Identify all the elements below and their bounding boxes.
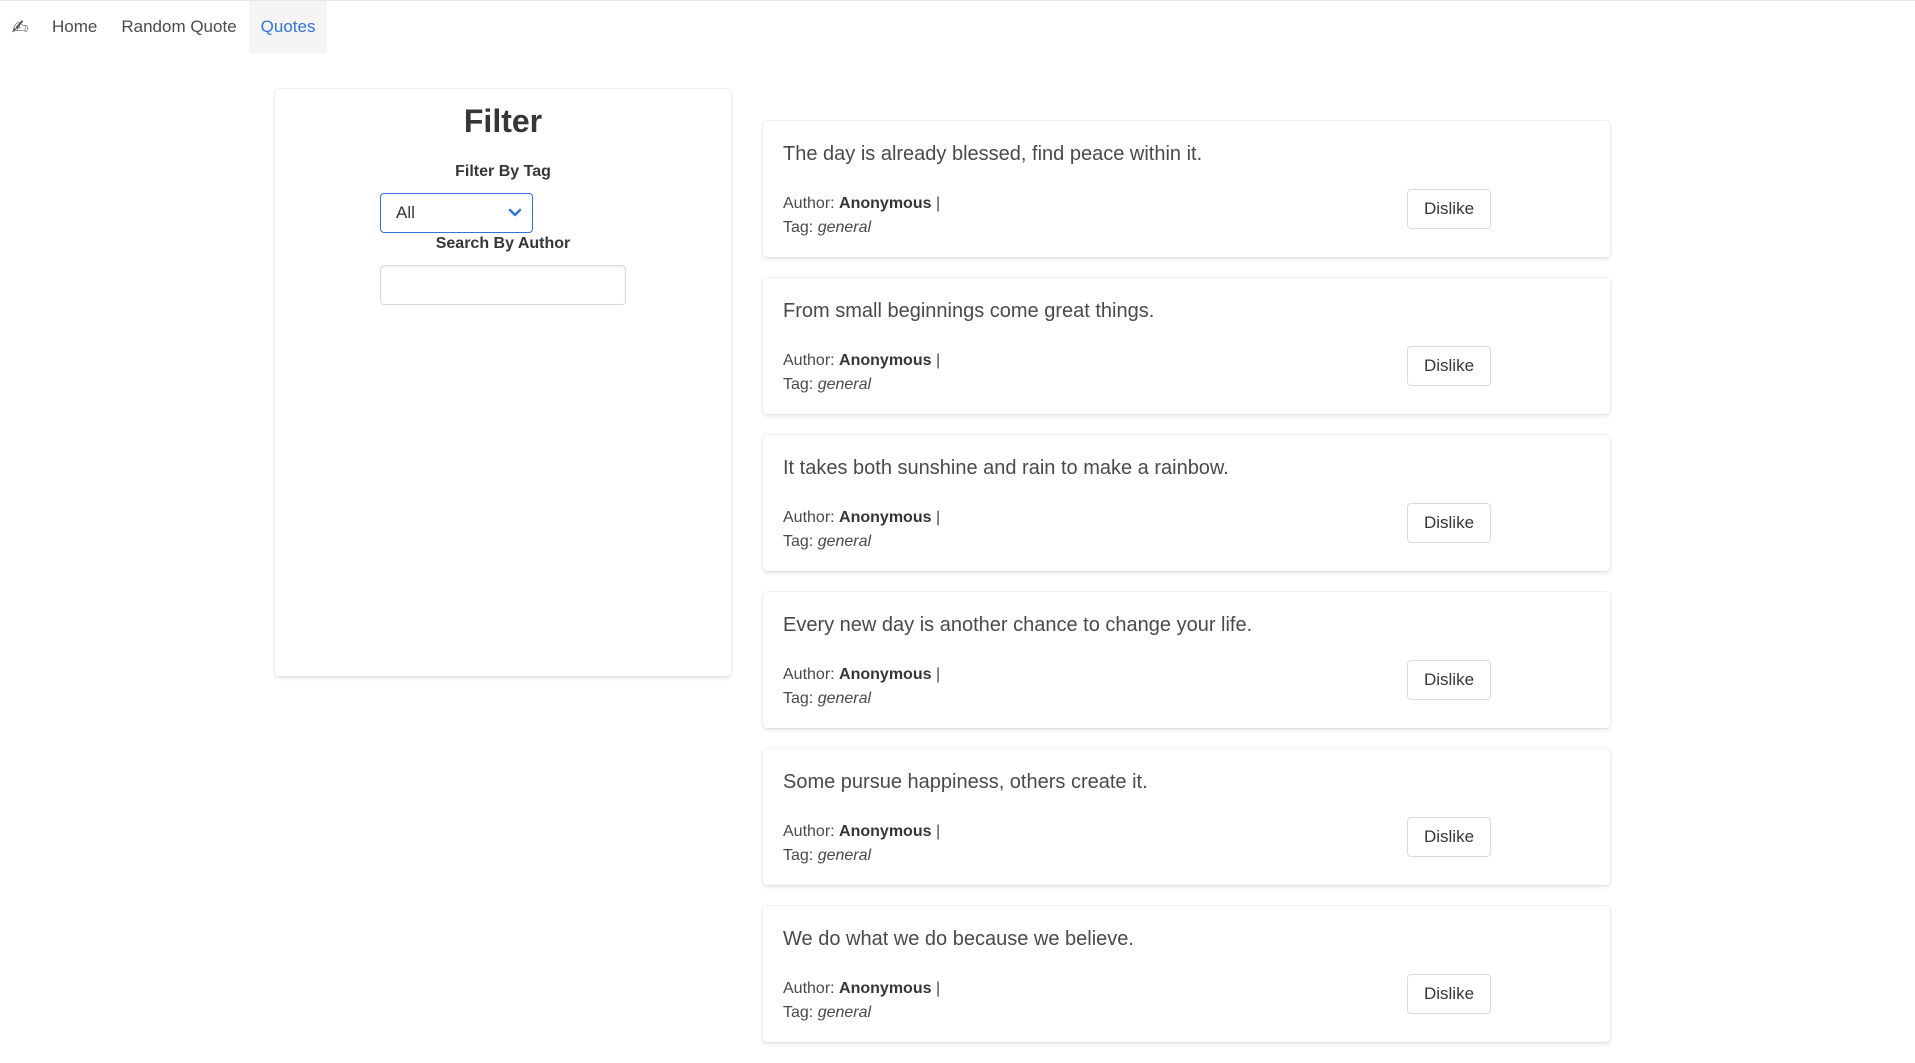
filter-panel: Filter Filter By Tag All Search By Autho…: [275, 89, 731, 676]
dislike-button[interactable]: Dislike: [1407, 660, 1491, 700]
tag-select-value: All: [396, 203, 415, 222]
tag-prefix: Tag:: [783, 376, 814, 393]
author-prefix: Author:: [783, 666, 835, 683]
quote-meta: Author: Anonymous | Tag: general: [783, 192, 940, 240]
separator: |: [935, 352, 941, 369]
separator: |: [935, 823, 941, 840]
author-prefix: Author:: [783, 823, 835, 840]
separator: |: [935, 980, 941, 997]
dislike-button[interactable]: Dislike: [1407, 974, 1491, 1014]
quote-author: Anonymous: [839, 352, 932, 369]
writing-hand-icon[interactable]: ✍: [0, 1, 40, 53]
dislike-button[interactable]: Dislike: [1407, 189, 1491, 229]
top-navbar: ✍ Home Random Quote Quotes: [0, 0, 1915, 53]
quote-list: The day is already blessed, find peace w…: [763, 121, 1610, 1063]
quote-tag: general: [817, 1004, 872, 1021]
author-prefix: Author:: [783, 352, 835, 369]
tag-prefix: Tag:: [783, 1004, 814, 1021]
nav-item-home[interactable]: Home: [40, 1, 109, 53]
quote-card: It takes both sunshine and rain to make …: [763, 435, 1610, 571]
quote-text: We do what we do because we believe.: [783, 928, 1134, 950]
quote-card: Every new day is another chance to chang…: [763, 592, 1610, 728]
quote-text: The day is already blessed, find peace w…: [783, 143, 1203, 165]
separator: |: [935, 195, 941, 212]
quote-tag: general: [817, 219, 872, 236]
quote-text: It takes both sunshine and rain to make …: [783, 457, 1229, 479]
quote-tag: general: [817, 376, 872, 393]
filter-title: Filter: [463, 103, 543, 139]
quote-author: Anonymous: [839, 980, 932, 997]
quote-card: The day is already blessed, find peace w…: [763, 121, 1610, 257]
dislike-button[interactable]: Dislike: [1407, 503, 1491, 543]
author-search-input[interactable]: [380, 265, 626, 305]
dislike-button[interactable]: Dislike: [1407, 346, 1491, 386]
quote-author: Anonymous: [839, 509, 932, 526]
tag-prefix: Tag:: [783, 847, 814, 864]
quote-card: Some pursue happiness, others create it.…: [763, 749, 1610, 885]
quote-meta: Author: Anonymous | Tag: general: [783, 663, 940, 711]
quote-meta: Author: Anonymous | Tag: general: [783, 820, 940, 868]
quote-tag: general: [817, 690, 872, 707]
quote-card: We do what we do because we believe. Aut…: [763, 906, 1610, 1042]
author-prefix: Author:: [783, 980, 835, 997]
quote-tag: general: [817, 847, 872, 864]
quote-author: Anonymous: [839, 666, 932, 683]
quote-meta: Author: Anonymous | Tag: general: [783, 506, 940, 554]
filter-by-tag-label: Filter By Tag: [455, 163, 551, 180]
separator: |: [935, 509, 941, 526]
chevron-down-icon: [508, 208, 522, 218]
dislike-button[interactable]: Dislike: [1407, 817, 1491, 857]
quote-text: Some pursue happiness, others create it.: [783, 771, 1148, 793]
quote-author: Anonymous: [839, 195, 932, 212]
separator: |: [935, 666, 941, 683]
quote-meta: Author: Anonymous | Tag: general: [783, 977, 940, 1025]
author-prefix: Author:: [783, 195, 835, 212]
quote-text: Every new day is another chance to chang…: [783, 614, 1253, 636]
quote-card: From small beginnings come great things.…: [763, 278, 1610, 414]
nav-item-random-quote[interactable]: Random Quote: [109, 1, 248, 53]
tag-prefix: Tag:: [783, 690, 814, 707]
tag-select[interactable]: All: [380, 193, 533, 233]
tag-prefix: Tag:: [783, 533, 814, 550]
nav-item-quotes[interactable]: Quotes: [248, 1, 328, 53]
quote-author: Anonymous: [839, 823, 932, 840]
quote-text: From small beginnings come great things.: [783, 300, 1155, 322]
quote-tag: general: [817, 533, 872, 550]
tag-prefix: Tag:: [783, 219, 814, 236]
author-prefix: Author:: [783, 509, 835, 526]
quote-meta: Author: Anonymous | Tag: general: [783, 349, 940, 397]
search-by-author-label: Search By Author: [435, 235, 571, 252]
